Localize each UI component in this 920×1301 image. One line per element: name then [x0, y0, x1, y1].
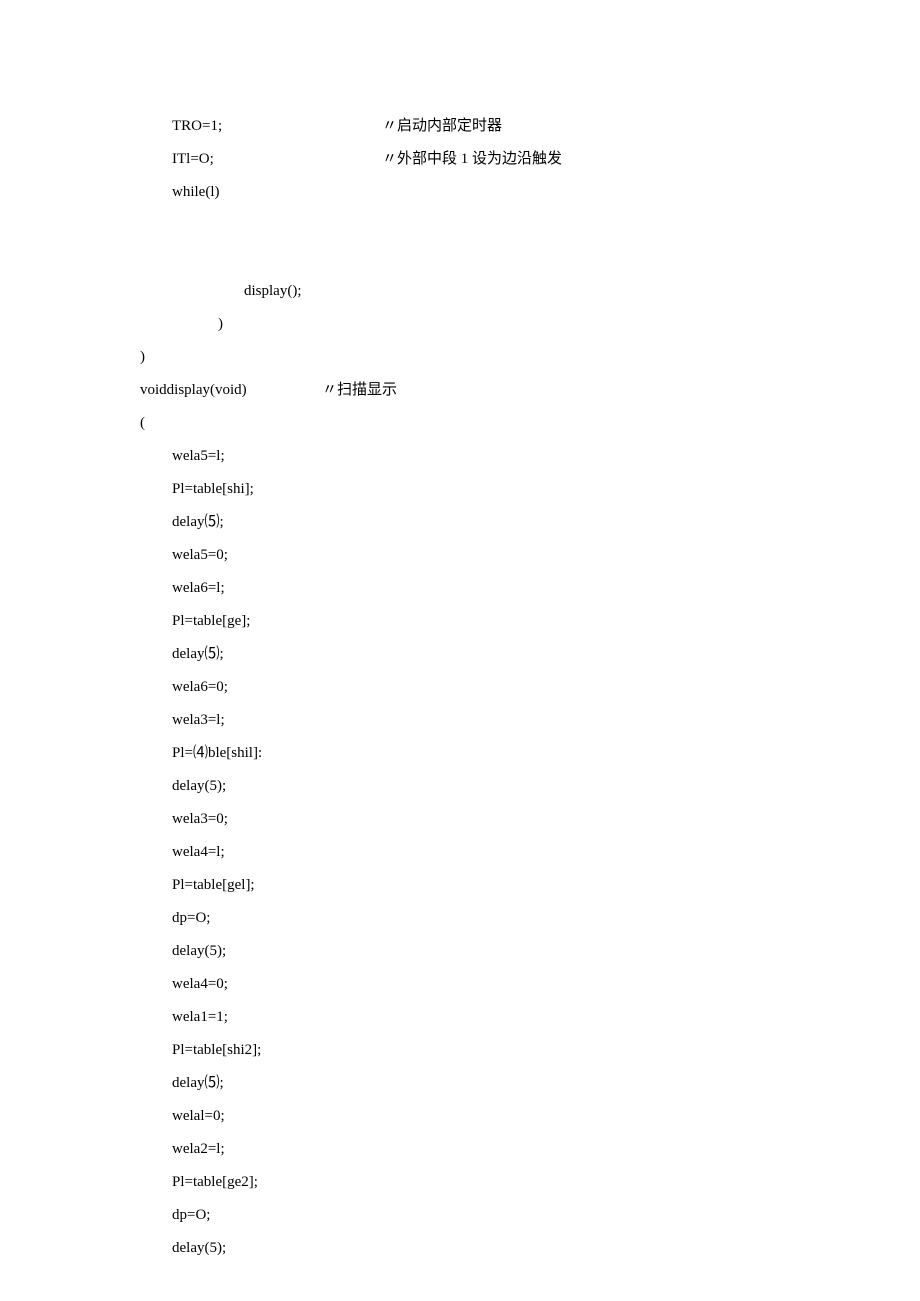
code-text: ( — [140, 407, 145, 440]
code-text: welal=0; — [172, 1100, 225, 1133]
code-line: ( — [140, 407, 780, 440]
code-line: while(l) — [140, 176, 780, 209]
code-line: dp=O; — [140, 902, 780, 935]
code-text: Pl=table[shi]; — [172, 473, 254, 506]
code-line: display(); — [140, 275, 780, 308]
code-text: wela3=0; — [172, 803, 228, 836]
code-line: ITl=O;〃外部中段 1 设为边沿触发 — [140, 143, 780, 176]
code-line: wela4=l; — [140, 836, 780, 869]
code-text: ITl=O; — [172, 143, 382, 176]
code-text: voiddisplay(void) — [140, 374, 322, 407]
code-text: Pl=table[gel]; — [172, 869, 255, 902]
code-text: Pl=table[ge]; — [172, 605, 250, 638]
code-line: dp=O; — [140, 1199, 780, 1232]
code-line: Pl=⑷ble[shil]: — [140, 737, 780, 770]
code-text: wela6=0; — [172, 671, 228, 704]
code-text: delay(5); — [172, 1232, 226, 1265]
code-text: wela4=l; — [172, 836, 225, 869]
code-line: wela2=l; — [140, 1133, 780, 1166]
code-line: delay(5); — [140, 770, 780, 803]
code-text: display(); — [244, 275, 302, 308]
code-line: wela3=0; — [140, 803, 780, 836]
code-line: Pl=table[gel]; — [140, 869, 780, 902]
code-line: delay(5); — [140, 935, 780, 968]
code-comment: 〃扫描显示 — [322, 374, 397, 407]
code-line: delay(5); — [140, 1232, 780, 1265]
code-line: Pl=table[ge]; — [140, 605, 780, 638]
code-line: wela5=l; — [140, 440, 780, 473]
code-line: wela1=1; — [140, 1001, 780, 1034]
code-line: wela5=0; — [140, 539, 780, 572]
code-text: wela5=l; — [172, 440, 225, 473]
code-text: while(l) — [172, 176, 219, 209]
code-page: TRO=1;〃启动内部定时器ITl=O;〃外部中段 1 设为边沿触发while(… — [0, 0, 780, 1265]
code-line: welal=0; — [140, 1100, 780, 1133]
code-line: Pl=table[ge2]; — [140, 1166, 780, 1199]
code-text: delay⑸; — [172, 638, 224, 671]
code-text: dp=O; — [172, 1199, 210, 1232]
code-comment: 〃启动内部定时器 — [382, 110, 502, 143]
code-text: wela4=0; — [172, 968, 228, 1001]
code-line: wela4=0; — [140, 968, 780, 1001]
code-line: delay⑸; — [140, 1067, 780, 1100]
code-text: wela2=l; — [172, 1133, 225, 1166]
code-text: dp=O; — [172, 902, 210, 935]
code-line: Pl=table[shi]; — [140, 473, 780, 506]
code-line: wela6=0; — [140, 671, 780, 704]
code-line: ) — [140, 308, 780, 341]
code-line: wela6=l; — [140, 572, 780, 605]
code-text: Pl=⑷ble[shil]: — [172, 737, 262, 770]
code-text: delay⑸; — [172, 1067, 224, 1100]
code-text: wela3=l; — [172, 704, 225, 737]
code-line: ) — [140, 341, 780, 374]
code-text: TRO=1; — [172, 110, 382, 143]
code-comment: 〃外部中段 1 设为边沿触发 — [382, 143, 562, 176]
code-text: delay(5); — [172, 935, 226, 968]
blank-gap — [140, 209, 780, 275]
code-line: wela3=l; — [140, 704, 780, 737]
code-text: wela5=0; — [172, 539, 228, 572]
code-text: delay(5); — [172, 770, 226, 803]
code-text: wela1=1; — [172, 1001, 228, 1034]
code-text: Pl=table[ge2]; — [172, 1166, 258, 1199]
code-text: ) — [218, 308, 223, 341]
code-text: Pl=table[shi2]; — [172, 1034, 261, 1067]
code-line: delay⑸; — [140, 506, 780, 539]
code-line: Pl=table[shi2]; — [140, 1034, 780, 1067]
code-text: delay⑸; — [172, 506, 224, 539]
code-line: voiddisplay(void)〃扫描显示 — [140, 374, 780, 407]
code-text: ) — [140, 341, 145, 374]
code-line: TRO=1;〃启动内部定时器 — [140, 110, 780, 143]
code-line: delay⑸; — [140, 638, 780, 671]
code-text: wela6=l; — [172, 572, 225, 605]
